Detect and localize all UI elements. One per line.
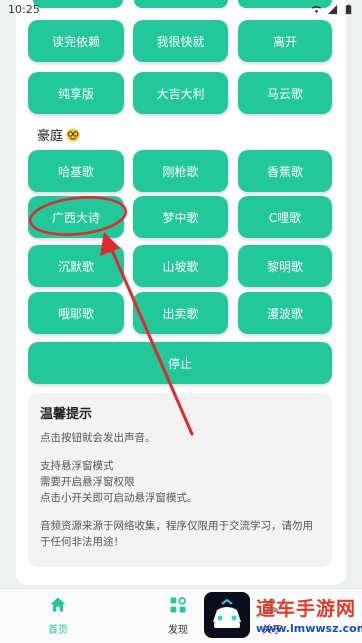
signal-icon bbox=[327, 4, 338, 14]
notice-line: 需要开启悬浮窗权限 bbox=[40, 476, 135, 488]
section-title: 豪庭 bbox=[37, 125, 81, 144]
notice-line: 音频资源来源于网络收集，程序仅限用于交流学习，请勿用于任何非法用途！ bbox=[40, 520, 313, 548]
sound-button[interactable]: 我很快就 bbox=[133, 20, 228, 62]
sound-button[interactable]: 纯享版 bbox=[28, 72, 124, 114]
watermark: 道车手游网 www.lmwwsz.com bbox=[204, 592, 362, 643]
nav-home[interactable]: 首页 bbox=[48, 595, 68, 636]
notice-line: 点击小开关即可启动悬浮窗模式。 bbox=[40, 492, 198, 504]
wifi-icon bbox=[311, 5, 322, 13]
sound-button[interactable]: 刚枪歌 bbox=[133, 150, 228, 192]
sound-button[interactable]: 梦中歌 bbox=[133, 196, 228, 238]
sound-button[interactable]: 沉默歌 bbox=[28, 245, 124, 287]
sound-button[interactable]: C哩歌 bbox=[238, 196, 332, 238]
sound-button[interactable]: 出卖歌 bbox=[133, 292, 228, 334]
nerd-face-icon bbox=[65, 128, 81, 142]
sound-button[interactable]: 山坡歌 bbox=[133, 245, 228, 287]
notice-line: 点击按钮就会发出声音。 bbox=[40, 432, 156, 444]
sound-button[interactable]: 哈基歌 bbox=[28, 150, 124, 192]
watermark-text: 道车手游网 bbox=[256, 598, 357, 620]
sound-button-highlighted[interactable]: 广西大诗 bbox=[28, 196, 124, 238]
sound-button[interactable]: 香蕉歌 bbox=[238, 150, 332, 192]
status-icons bbox=[311, 4, 354, 15]
section-title-text: 豪庭 bbox=[37, 129, 64, 144]
nav-discover-label: 发现 bbox=[168, 625, 188, 636]
notice-title: 温馨提示 bbox=[40, 407, 93, 422]
discover-icon bbox=[170, 597, 186, 613]
sound-button[interactable]: 读完依赖 bbox=[28, 20, 124, 62]
battery-icon bbox=[345, 4, 352, 14]
nav-discover[interactable]: 发现 bbox=[168, 595, 188, 636]
watermark-logo bbox=[204, 592, 250, 638]
sound-button[interactable]: 漫波歌 bbox=[238, 292, 332, 334]
sound-button[interactable]: 离开 bbox=[238, 20, 332, 62]
sound-button[interactable]: 黎明歌 bbox=[238, 245, 332, 287]
sound-button[interactable]: 大吉大利 bbox=[133, 72, 228, 114]
notice-line: 支持悬浮窗模式 bbox=[40, 460, 114, 472]
nav-home-label: 首页 bbox=[48, 625, 68, 636]
watermark-url: www.lmwwsz.com bbox=[256, 622, 362, 635]
stop-button[interactable]: 停止 bbox=[28, 342, 332, 384]
notice-panel: 温馨提示 点击按钮就会发出声音。 支持悬浮窗模式 需要开启悬浮窗权限 点击小开关… bbox=[28, 393, 332, 567]
sound-button[interactable]: 哦耶歌 bbox=[28, 292, 124, 334]
status-time: 10:25 bbox=[8, 2, 40, 16]
sound-button[interactable]: 马云歌 bbox=[238, 72, 332, 114]
home-icon bbox=[50, 597, 66, 612]
status-bar: 10:25 bbox=[0, 0, 362, 18]
